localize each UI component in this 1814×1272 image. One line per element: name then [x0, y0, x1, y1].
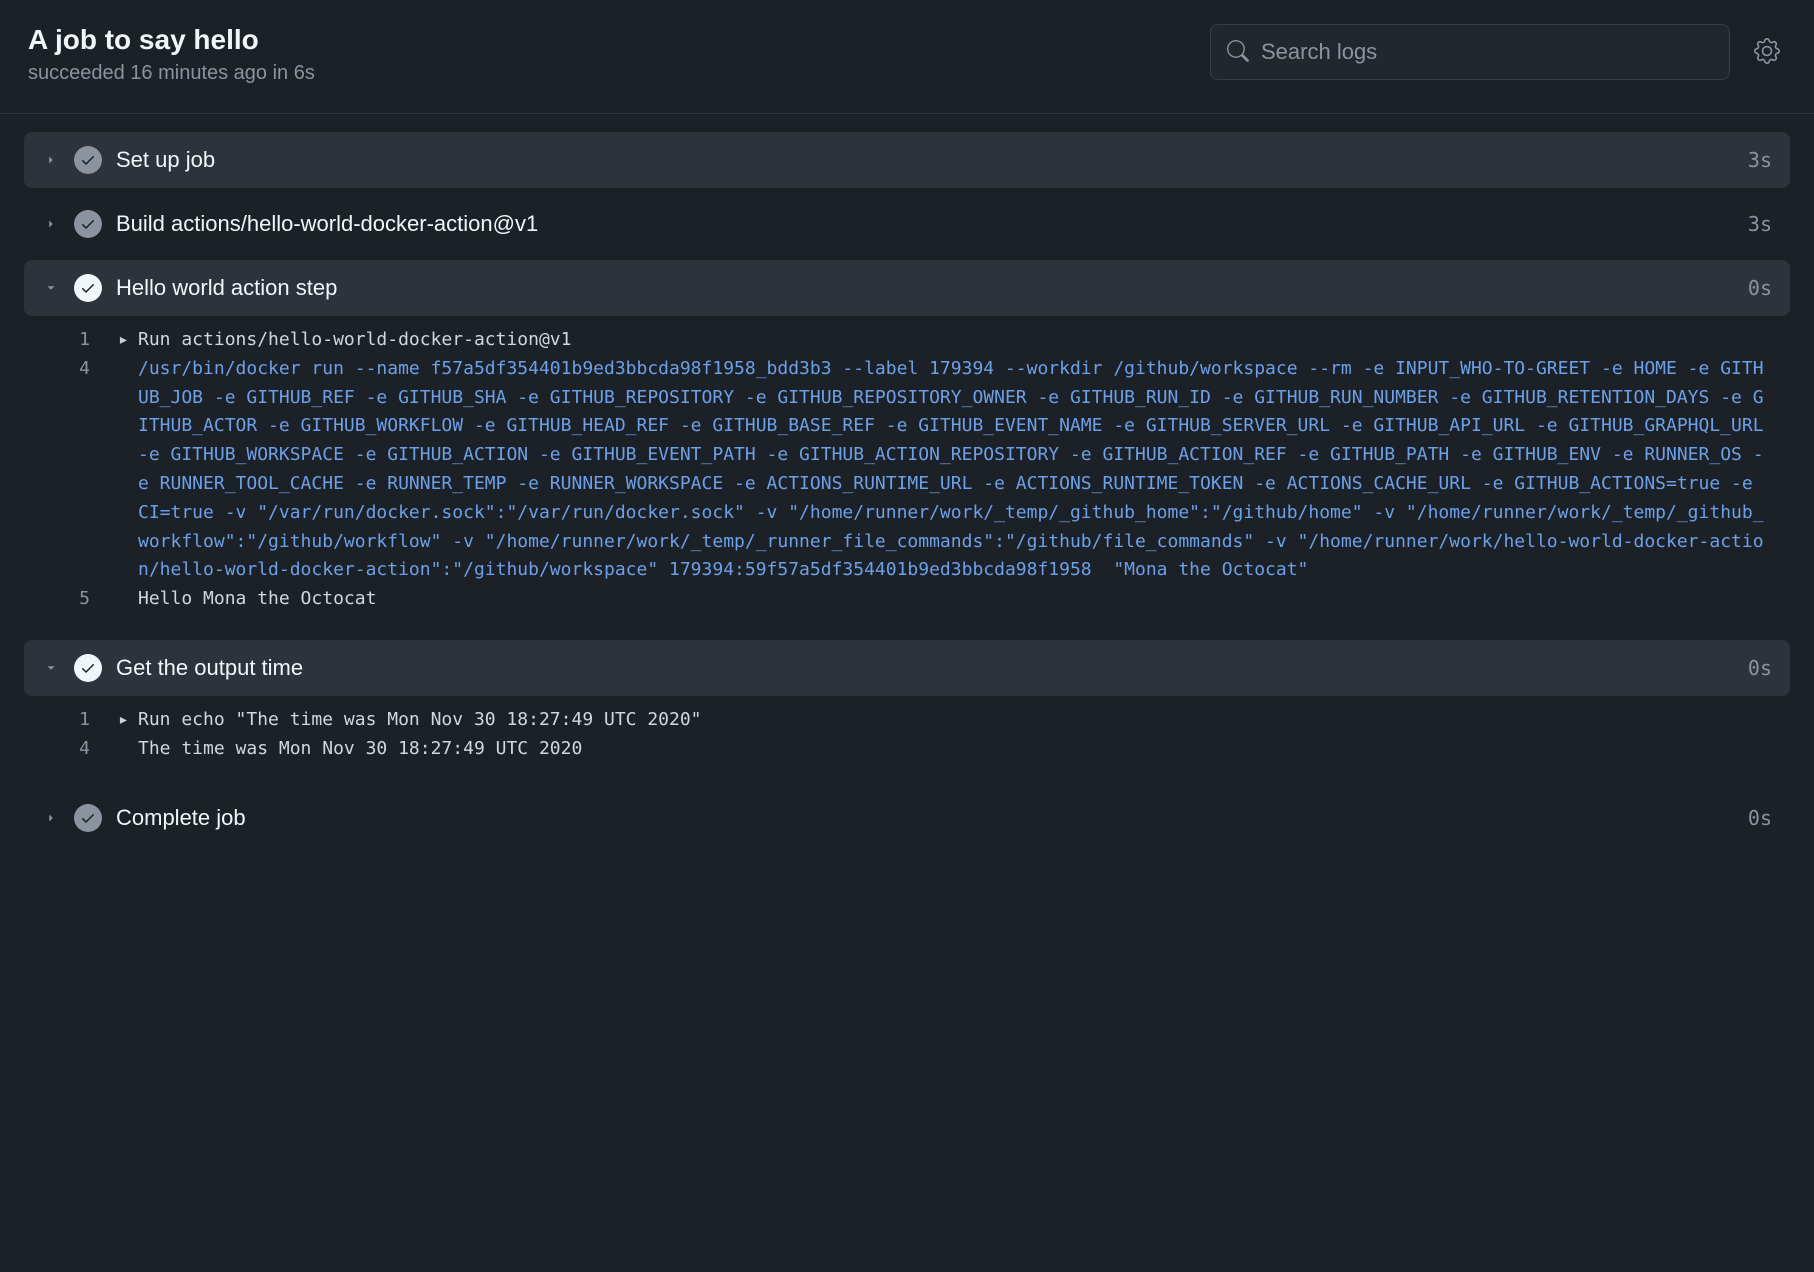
- step-name: Build actions/hello-world-docker-action@…: [116, 211, 1734, 237]
- step-log-body: 1▸Run echo "The time was Mon Nov 30 18:2…: [24, 696, 1790, 782]
- log-line-text: /usr/bin/docker run --name f57a5df354401…: [138, 355, 1772, 585]
- step-duration: 3s: [1748, 212, 1772, 236]
- job-header-right: [1210, 24, 1786, 80]
- check-circle-icon: [74, 804, 102, 832]
- check-circle-icon: [74, 210, 102, 238]
- check-circle-icon: [74, 654, 102, 682]
- log-line-number: 1: [42, 326, 118, 355]
- step-header[interactable]: Hello world action step 0s: [24, 260, 1790, 316]
- step-name: Set up job: [116, 147, 1734, 173]
- check-circle-icon: [74, 146, 102, 174]
- log-line-number: 5: [42, 585, 118, 614]
- chevron-right-icon: [42, 809, 60, 827]
- job-header: A job to say hello succeeded 16 minutes …: [0, 0, 1814, 114]
- step-header[interactable]: Build actions/hello-world-docker-action@…: [24, 196, 1790, 252]
- log-line[interactable]: 1▸Run actions/hello-world-docker-action@…: [24, 326, 1790, 355]
- step-header[interactable]: Get the output time 0s: [24, 640, 1790, 696]
- job-header-left: A job to say hello succeeded 16 minutes …: [28, 24, 1210, 85]
- log-line[interactable]: 5 Hello Mona the Octocat: [24, 585, 1790, 614]
- step-duration: 0s: [1748, 806, 1772, 830]
- search-logs-wrap[interactable]: [1210, 24, 1730, 80]
- log-line[interactable]: 1▸Run echo "The time was Mon Nov 30 18:2…: [24, 706, 1790, 735]
- chevron-down-icon: [42, 659, 60, 677]
- step: Get the output time 0s 1▸Run echo "The tim…: [24, 640, 1790, 782]
- chevron-right-icon: [42, 215, 60, 233]
- log-line-number: 4: [42, 355, 118, 384]
- chevron-down-icon: [42, 279, 60, 297]
- settings-button[interactable]: [1748, 32, 1786, 73]
- log-line[interactable]: 4/usr/bin/docker run --name f57a5df35440…: [24, 355, 1790, 585]
- log-line[interactable]: 4 The time was Mon Nov 30 18:27:49 UTC 20…: [24, 735, 1790, 764]
- step-name: Complete job: [116, 805, 1734, 831]
- step-header[interactable]: Complete job 0s: [24, 790, 1790, 846]
- gear-icon: [1754, 38, 1780, 67]
- step-duration: 0s: [1748, 276, 1772, 300]
- log-line-text: The time was Mon Nov 30 18:27:49 UTC 202…: [138, 735, 1772, 764]
- log-caret-icon[interactable]: ▸: [118, 706, 138, 735]
- job-title: A job to say hello: [28, 24, 1210, 56]
- job-subtitle: succeeded 16 minutes ago in 6s: [28, 62, 1210, 85]
- log-caret-icon[interactable]: ▸: [118, 326, 138, 355]
- step: Build actions/hello-world-docker-action@…: [24, 196, 1790, 252]
- search-icon: [1227, 40, 1249, 65]
- chevron-right-icon: [42, 151, 60, 169]
- log-line-number: 1: [42, 706, 118, 735]
- step-name: Hello world action step: [116, 275, 1734, 301]
- step-duration: 0s: [1748, 656, 1772, 680]
- search-logs-input[interactable]: [1261, 39, 1713, 65]
- log-line-text: Hello Mona the Octocat: [138, 585, 1772, 614]
- step-header[interactable]: Set up job 3s: [24, 132, 1790, 188]
- step: Hello world action step 0s 1▸Run actions/h…: [24, 260, 1790, 632]
- check-circle-icon: [74, 274, 102, 302]
- step-log-body: 1▸Run actions/hello-world-docker-action@…: [24, 316, 1790, 632]
- steps-list: Set up job 3s Build actions/hello-world-do…: [0, 114, 1814, 878]
- step-name: Get the output time: [116, 655, 1734, 681]
- step: Set up job 3s: [24, 132, 1790, 188]
- log-line-number: 4: [42, 735, 118, 764]
- log-line-text: Run actions/hello-world-docker-action@v1: [138, 326, 1772, 355]
- log-line-text: Run echo "The time was Mon Nov 30 18:27:…: [138, 706, 1772, 735]
- step-duration: 3s: [1748, 148, 1772, 172]
- step: Complete job 0s: [24, 790, 1790, 846]
